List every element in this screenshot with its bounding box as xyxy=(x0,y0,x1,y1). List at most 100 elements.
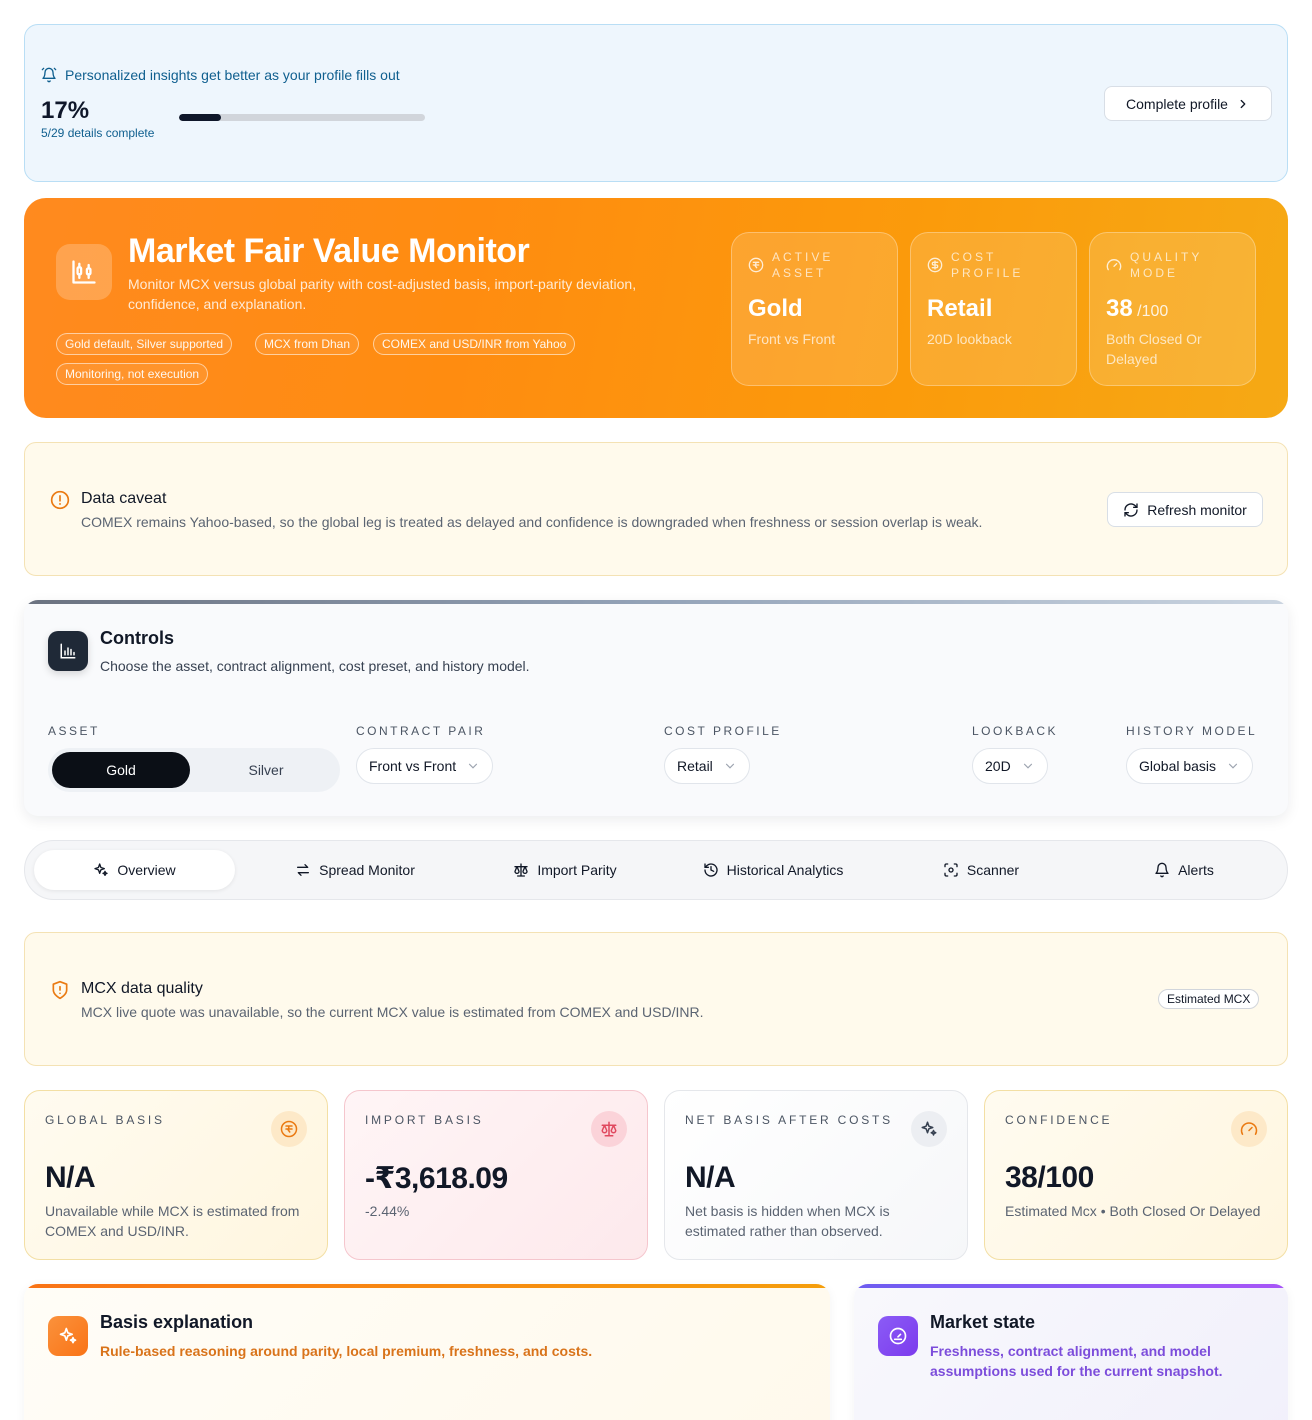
sparkles-icon xyxy=(911,1111,947,1147)
metric-value: -₹3,618.09 xyxy=(365,1162,508,1195)
history-model-label: HISTORY MODEL xyxy=(1126,724,1258,738)
cost-profile-value: Retail xyxy=(677,758,713,774)
scale-icon xyxy=(514,863,528,877)
controls-panel: Controls Choose the asset, contract alig… xyxy=(24,600,1288,816)
tab-spread-monitor[interactable]: Spread Monitor xyxy=(255,850,455,890)
gauge-icon xyxy=(1231,1111,1267,1147)
tab-alerts[interactable]: Alerts xyxy=(1089,850,1279,890)
asset-label: ASSET xyxy=(48,724,100,738)
alert-circle-icon xyxy=(50,490,70,510)
refresh-monitor-button[interactable]: Refresh monitor xyxy=(1107,492,1263,527)
controls-subtitle: Choose the asset, contract alignment, co… xyxy=(100,658,530,674)
caveat-text: COMEX remains Yahoo-based, so the global… xyxy=(81,514,983,530)
tab-label: Alerts xyxy=(1178,862,1214,878)
tab-label: Import Parity xyxy=(537,862,617,878)
sparkles-icon xyxy=(48,1316,88,1356)
market-state-subtitle: Freshness, contract alignment, and model… xyxy=(930,1343,1223,1379)
profile-note: Personalized insights get better as your… xyxy=(41,67,400,83)
stat-label: ACTIVE ASSET xyxy=(772,250,834,280)
contract-pair-value: Front vs Front xyxy=(369,758,457,774)
complete-profile-label: Complete profile xyxy=(1126,95,1228,112)
hero-chip: MCX from Dhan xyxy=(255,333,360,355)
tab-label: Overview xyxy=(117,862,176,878)
section-tabs: Overview Spread Monitor Import Parity Hi… xyxy=(24,840,1288,900)
hero-chip: COMEX and USD/INR from Yahoo xyxy=(373,333,576,355)
contract-pair-select[interactable]: Front vs Front xyxy=(356,748,494,784)
hero-banner: Market Fair Value Monitor Monitor MCX ve… xyxy=(24,198,1288,418)
metric-sub: Unavailable while MCX is estimated from … xyxy=(45,1203,300,1239)
market-state-panel: Market state Freshness, contract alignme… xyxy=(854,1284,1288,1420)
chevron-down-icon xyxy=(725,763,734,769)
cost-profile-select[interactable]: Retail xyxy=(664,748,750,784)
tab-import-parity[interactable]: Import Parity xyxy=(465,850,665,890)
history-model-value: Global basis xyxy=(1139,758,1217,774)
profile-percent: 17% xyxy=(41,97,90,124)
lookback-value: 20D xyxy=(985,758,1011,774)
stat-value: Gold xyxy=(748,295,803,322)
tab-overview[interactable]: Overview xyxy=(34,850,235,890)
hero-chip: Monitoring, not execution xyxy=(56,363,209,385)
panel-accent-bar xyxy=(854,1284,1288,1288)
stat-sub: Both Closed Or Delayed xyxy=(1106,331,1202,367)
scale-icon xyxy=(591,1111,627,1147)
stat-value: 38 /100 xyxy=(1106,295,1169,322)
tab-scanner[interactable]: Scanner xyxy=(881,850,1081,890)
estimated-mcx-badge: Estimated MCX xyxy=(1158,989,1260,1009)
asset-option-gold[interactable]: Gold xyxy=(52,752,190,788)
caveat-title: Data caveat xyxy=(81,490,167,507)
controls-title: Controls xyxy=(100,628,174,648)
mcx-data-quality-alert: MCX data quality MCX live quote was unav… xyxy=(24,932,1288,1066)
metric-card-confidence: CONFIDENCE 38/100 Estimated Mcx • Both C… xyxy=(984,1090,1288,1260)
data-caveat-alert: Data caveat COMEX remains Yahoo-based, s… xyxy=(24,442,1288,576)
metric-card-net-basis: NET BASIS AFTER COSTS N/A Net basis is h… xyxy=(664,1090,968,1260)
rupee-circle-icon xyxy=(271,1111,307,1147)
complete-profile-button[interactable]: Complete profile xyxy=(1104,86,1272,121)
sparkles-icon xyxy=(94,863,108,876)
metric-label: NET BASIS AFTER COSTS xyxy=(685,1113,893,1127)
controls-accent-bar xyxy=(24,600,1288,604)
profile-progress-fill xyxy=(179,114,221,121)
metric-value: N/A xyxy=(685,1161,736,1194)
basis-explanation-subtitle: Rule-based reasoning around parity, loca… xyxy=(100,1343,593,1359)
tab-label: Historical Analytics xyxy=(726,862,844,878)
bell-icon xyxy=(41,67,57,83)
profile-completion-banner: Personalized insights get better as your… xyxy=(24,24,1288,182)
metric-label: GLOBAL BASIS xyxy=(45,1113,165,1127)
metric-label: IMPORT BASIS xyxy=(365,1113,484,1127)
dollar-circle-icon xyxy=(927,257,943,273)
stat-card-quality-mode: QUALITY MODE 38 /100 Both Closed Or Dela… xyxy=(1089,232,1256,386)
stat-sub: Front vs Front xyxy=(748,331,836,347)
stat-card-active-asset: ACTIVE ASSET Gold Front vs Front xyxy=(731,232,898,386)
tab-label: Scanner xyxy=(966,862,1020,878)
asset-toggle: Gold Silver xyxy=(48,748,340,792)
cost-profile-label: COST PROFILE xyxy=(664,724,782,738)
profile-progress-bar xyxy=(179,114,425,121)
shield-alert-icon xyxy=(52,980,68,1000)
chevron-down-icon xyxy=(1228,763,1238,769)
tab-historical-analytics[interactable]: Historical Analytics xyxy=(673,850,873,890)
profile-note-text: Personalized insights get better as your… xyxy=(65,67,400,83)
bar-chart-icon xyxy=(48,631,88,671)
arrows-swap-icon xyxy=(297,864,310,876)
basis-explanation-panel: Basis explanation Rule-based reasoning a… xyxy=(24,1284,830,1420)
metric-card-global-basis: GLOBAL BASIS N/A Unavailable while MCX i… xyxy=(24,1090,328,1260)
lookback-label: LOOKBACK xyxy=(972,724,1059,738)
metric-card-import-basis: IMPORT BASIS -₹3,618.09 -2.44% xyxy=(344,1090,648,1260)
stat-value: Retail xyxy=(927,295,993,322)
history-icon xyxy=(703,863,718,877)
gauge-icon xyxy=(1106,259,1122,271)
stat-label: QUALITY MODE xyxy=(1130,250,1203,280)
page-title: Market Fair Value Monitor xyxy=(128,232,530,270)
tab-label: Spread Monitor xyxy=(319,862,415,878)
panel-accent-bar xyxy=(24,1284,830,1288)
metric-value: N/A xyxy=(45,1161,96,1194)
lookback-select[interactable]: 20D xyxy=(972,748,1048,784)
asset-option-silver[interactable]: Silver xyxy=(196,752,336,788)
stat-sub: 20D lookback xyxy=(927,331,1012,347)
history-model-select[interactable]: Global basis xyxy=(1126,748,1254,784)
metric-sub: Net basis is hidden when MCX is estimate… xyxy=(685,1203,890,1239)
bell-icon xyxy=(1155,862,1169,878)
page-description: Monitor MCX versus global parity with co… xyxy=(128,276,637,312)
quality-title: MCX data quality xyxy=(81,980,203,997)
chevron-right-icon xyxy=(1240,99,1246,108)
